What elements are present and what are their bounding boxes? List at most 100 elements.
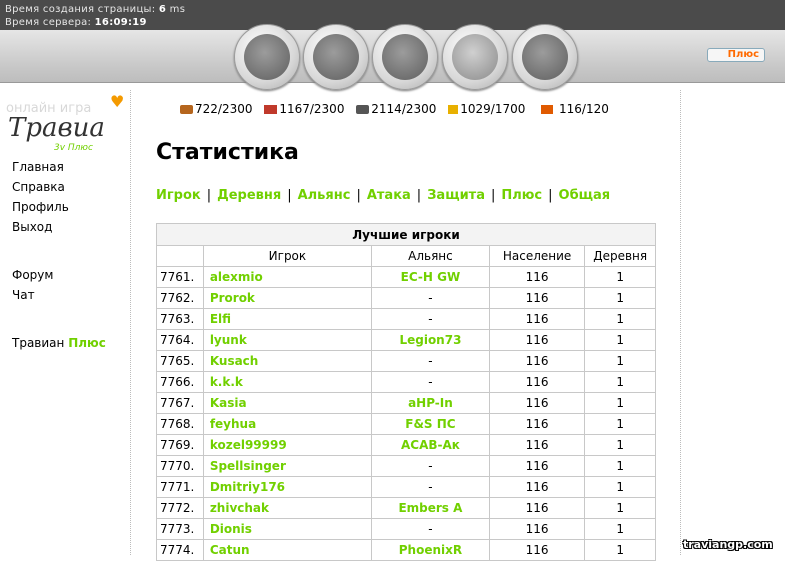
villages-cell: 1: [584, 350, 656, 372]
col-header-rank: [156, 245, 204, 267]
table-row: 7768. feyhua F&S ПС 116 1: [156, 413, 656, 435]
player-link[interactable]: Catun: [202, 539, 373, 561]
population-cell: 116: [488, 518, 586, 540]
alliance-link: -: [371, 518, 490, 540]
player-link[interactable]: Spellsinger: [202, 455, 373, 477]
iron-icon: [356, 105, 370, 114]
population-cell: 116: [488, 497, 586, 519]
player-link[interactable]: lyunk: [202, 329, 373, 351]
watermark: traviangp.com: [683, 538, 773, 551]
player-link[interactable]: k.k.k: [202, 371, 373, 393]
sidebar-item-profile[interactable]: Профиль: [12, 197, 106, 217]
travian-logo[interactable]: онлайн игра Травиан 3v Плюс: [6, 98, 104, 154]
player-link[interactable]: feyhua: [202, 413, 373, 435]
population-cell: 116: [488, 287, 586, 309]
tab-separator: |: [356, 188, 361, 203]
left-divider: [130, 90, 131, 555]
crop-amount: 1029/1700: [460, 102, 526, 116]
wood-icon: [180, 105, 193, 114]
player-link[interactable]: Dionis: [202, 518, 373, 540]
alliance-link: -: [371, 371, 490, 393]
villages-cell: 1: [584, 455, 656, 477]
alliance-link[interactable]: Legion73: [371, 329, 490, 351]
table-row: 7767. Kasia aHP-In 116 1: [156, 392, 656, 414]
alliance-link[interactable]: EC-H GW: [371, 266, 490, 288]
map-icon[interactable]: [372, 24, 438, 90]
rank-cell: 7763.: [156, 308, 204, 330]
alliance-link[interactable]: Embers A: [371, 497, 490, 519]
table-body: 7761. alexmio EC-H GW 116 1 7762. Prorok -116 1 7…: [156, 266, 656, 561]
rank-cell: 7771.: [156, 476, 204, 498]
alliance-link: -: [371, 308, 490, 330]
statistics-icon[interactable]: [442, 24, 508, 90]
alliance-link[interactable]: ACAB-Ак: [371, 434, 490, 456]
population-cell: 116: [488, 308, 586, 330]
alliance-link[interactable]: PhoenixR: [371, 539, 490, 561]
player-link[interactable]: Kasia: [202, 392, 373, 414]
sidebar-item-chat[interactable]: Чат: [12, 285, 106, 305]
tab-general[interactable]: Общая: [559, 188, 611, 203]
sidebar-item-logout[interactable]: Выход: [12, 217, 106, 237]
rank-cell: 7764.: [156, 329, 204, 351]
clay-amount: 1167/2300: [279, 102, 345, 116]
tab-separator: |: [490, 188, 496, 203]
rank-cell: 7774.: [156, 539, 204, 561]
plus-button[interactable]: Плюс: [707, 48, 765, 62]
population-cell: 116: [488, 539, 586, 561]
villages-cell: 1: [584, 539, 656, 561]
server-time-value: 16:09:19: [94, 17, 147, 28]
player-link[interactable]: alexmio: [202, 266, 373, 288]
alliance-link[interactable]: aHP-In: [371, 392, 490, 414]
table-caption: Лучшие игроки: [156, 223, 656, 246]
player-link[interactable]: Dmitriy176: [202, 476, 373, 498]
player-link[interactable]: kozel99999: [202, 434, 373, 456]
alliance-link: -: [371, 350, 490, 372]
population-cell: 116: [488, 413, 586, 435]
population-cell: 116: [488, 476, 586, 498]
villages-cell: 1: [584, 308, 656, 330]
tab-defense[interactable]: Защита: [427, 188, 485, 203]
village-center-icon[interactable]: [303, 24, 369, 90]
sidebar-item-home[interactable]: Главная: [12, 157, 106, 177]
player-link[interactable]: Elfi: [202, 308, 373, 330]
rank-cell: 7765.: [156, 350, 204, 372]
sidebar-item-forum[interactable]: Форум: [12, 265, 106, 285]
rank-cell: 7769.: [156, 434, 204, 456]
alliance-link[interactable]: F&S ПС: [371, 413, 490, 435]
table-row: 7773. Dionis -116 1: [156, 518, 656, 540]
table-row: 7772. zhivchak Embers A 116 1: [156, 497, 656, 519]
village-overview-icon[interactable]: [234, 24, 300, 90]
villages-cell: 1: [584, 371, 656, 393]
logo-text: Травиан: [8, 113, 104, 143]
tab-separator: |: [206, 188, 212, 203]
population-cell: 116: [488, 350, 586, 372]
player-link[interactable]: Prorok: [202, 287, 373, 309]
reports-icon[interactable]: [512, 24, 578, 90]
tab-village[interactable]: Деревня: [217, 188, 281, 203]
svg-text:3v Плюс: 3v Плюс: [54, 143, 93, 153]
col-header-alliance: Альянс: [371, 245, 490, 267]
tab-plus[interactable]: Плюс: [501, 188, 542, 203]
tab-attack[interactable]: Атака: [367, 188, 411, 203]
alliance-link: -: [371, 455, 490, 477]
player-link[interactable]: zhivchak: [202, 497, 373, 519]
table-row: 7770. Spellsinger -116 1: [156, 455, 656, 477]
render-time-label: Время создания страницы:: [5, 4, 156, 15]
tab-alliance[interactable]: Альянс: [298, 188, 351, 203]
sidebar-item-travian-plus[interactable]: Травиан Плюс: [12, 333, 106, 353]
population-cell: 116: [488, 392, 586, 414]
tab-player[interactable]: Игрок: [156, 188, 201, 203]
wood-amount: 722/2300: [195, 102, 253, 116]
heart-icon: ♥: [110, 92, 125, 111]
rank-cell: 7772.: [156, 497, 204, 519]
iron-amount: 2114/2300: [371, 102, 437, 116]
top-players-table-wrap: Лучшие игроки Игрок Альянс Население Дер…: [156, 223, 656, 561]
player-link[interactable]: Kusach: [202, 350, 373, 372]
table-row: 7762. Prorok -116 1: [156, 287, 656, 309]
table-row: 7764. lyunk Legion73 116 1: [156, 329, 656, 351]
sidebar-item-help[interactable]: Справка: [12, 177, 106, 197]
col-header-villages: Деревня: [584, 245, 656, 267]
table-row: 7771. Dmitriy176-116 1: [156, 476, 656, 498]
col-header-population: Население: [488, 245, 586, 267]
